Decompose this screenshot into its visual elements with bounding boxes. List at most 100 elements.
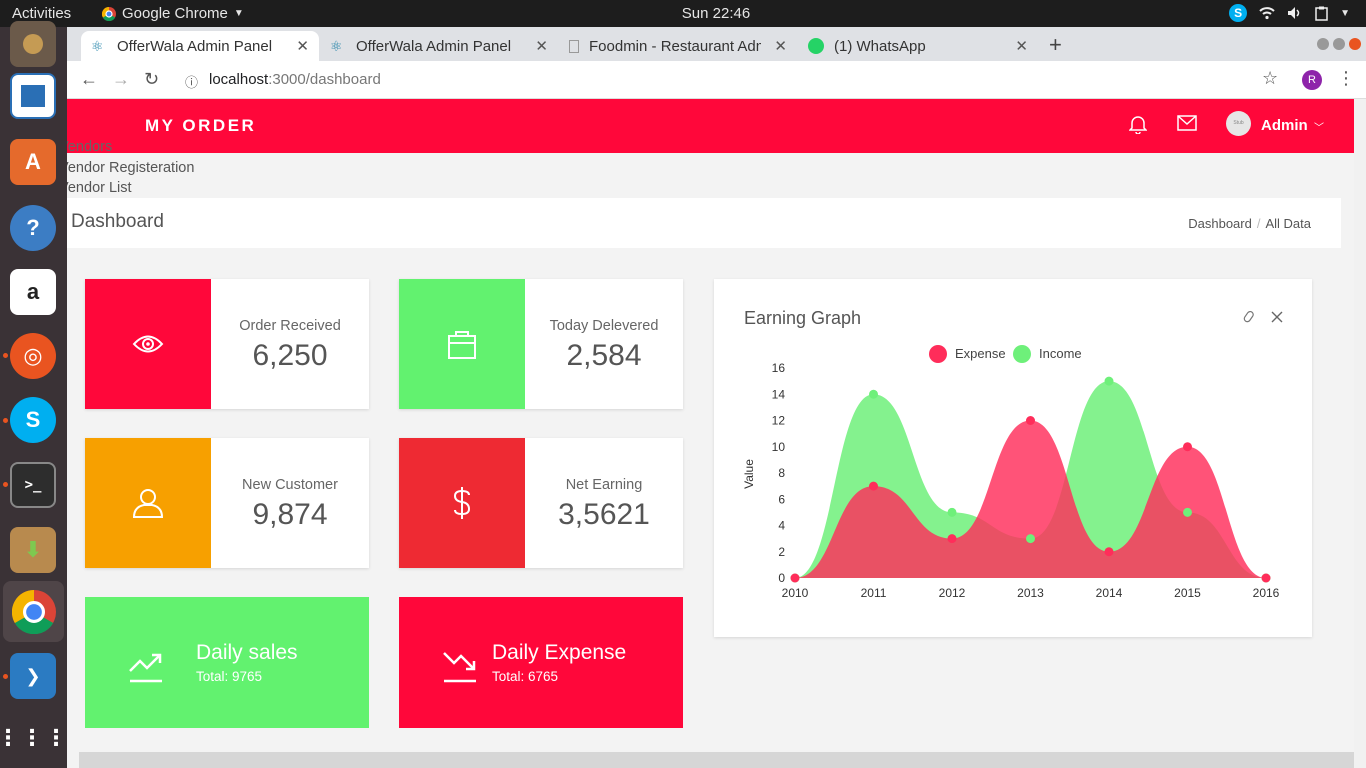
vertical-scrollbar[interactable] xyxy=(1354,99,1366,768)
trending-down-icon xyxy=(443,652,476,683)
clipboard-icon xyxy=(1315,6,1328,21)
tab-foodmin[interactable]: Foodmin - Restaurant Adm ✕ xyxy=(559,31,797,61)
daily-expense-title: Daily Expense xyxy=(492,641,627,664)
clock[interactable]: Sun 22:46 xyxy=(0,5,1366,22)
breadcrumb-dashboard[interactable]: Dashboard xyxy=(1188,216,1252,231)
volume-icon xyxy=(1288,7,1300,19)
income-legend-swatch xyxy=(1013,345,1031,363)
daily-expense-total: Total: 6765 xyxy=(492,669,559,684)
avatar[interactable]: Stub xyxy=(1226,111,1251,136)
address-input[interactable]: localhost:3000/dashboard xyxy=(209,71,381,88)
new-tab-icon[interactable]: + xyxy=(1049,32,1062,58)
daily-sales-title: Daily sales xyxy=(196,641,298,664)
expense-point xyxy=(869,481,878,491)
breadcrumb-all-data: All Data xyxy=(1265,216,1311,231)
menu-kebab-icon[interactable]: ⋮ xyxy=(1337,68,1355,89)
y-tick-label: 6 xyxy=(778,492,785,506)
y-tick-label: 2 xyxy=(778,545,785,559)
speaker-app-icon[interactable] xyxy=(10,21,56,67)
skype-icon[interactable]: S xyxy=(10,397,56,443)
bookmark-star-icon[interactable]: ☆ xyxy=(1262,68,1278,89)
mail-icon[interactable] xyxy=(1177,115,1197,131)
app-header: MY ORDER Stub Admin ﹀ xyxy=(67,99,1354,153)
breadcrumb-separator: / xyxy=(1256,216,1261,231)
react-icon: ⚛ xyxy=(91,38,104,54)
running-indicator xyxy=(3,353,8,358)
tab-whatsapp[interactable]: (1) WhatsApp ✕ xyxy=(798,31,1038,61)
y-axis-label: Value xyxy=(742,459,756,489)
daily-expense-card[interactable]: Daily Expense Total: 6765 xyxy=(399,597,683,728)
wifi-icon xyxy=(1259,7,1275,20)
expense-point xyxy=(1261,573,1271,583)
tab-title: OfferWala Admin Panel xyxy=(356,37,512,55)
x-tick-label: 2014 xyxy=(1096,586,1123,600)
stat-card-order-received[interactable]: Order Received 6,250 xyxy=(85,279,369,409)
brand-title[interactable]: MY ORDER xyxy=(145,116,256,136)
info-icon[interactable]: ⓘ xyxy=(185,72,198,91)
show-apps-icon[interactable]: ⋮⋮⋮ xyxy=(0,714,67,760)
chevron-down-icon[interactable]: ﹀ xyxy=(1314,119,1324,134)
writer-app-icon[interactable] xyxy=(10,73,56,119)
close-window-icon[interactable] xyxy=(1349,38,1361,50)
maximize-icon[interactable] xyxy=(1333,38,1345,50)
minimize-icon[interactable] xyxy=(1317,38,1329,50)
tab-offerwala-1[interactable]: ⚛ OfferWala Admin Panel ✕ xyxy=(81,31,319,61)
skype-tray-icon[interactable]: S xyxy=(1229,4,1248,22)
toolbar: ← → ↻ ⓘ localhost:3000/dashboard ☆ R ⋮ xyxy=(67,61,1366,99)
income-point xyxy=(1104,376,1114,386)
help-icon[interactable]: ? xyxy=(10,205,56,251)
chrome-dock-icon[interactable] xyxy=(3,581,64,642)
y-tick-label: 16 xyxy=(772,361,786,375)
back-icon[interactable]: ← xyxy=(80,69,98,90)
ubuntu-icon[interactable]: ◎ xyxy=(10,333,56,379)
y-tick-label: 0 xyxy=(778,571,785,585)
stat-value: 2,584 xyxy=(566,339,642,372)
close-tab-icon[interactable]: ✕ xyxy=(535,37,548,55)
stat-value: 9,874 xyxy=(252,498,328,531)
terminal-icon[interactable]: >_ xyxy=(10,462,56,508)
tab-strip: ⚛ OfferWala Admin Panel ✕ ⚛ OfferWala Ad… xyxy=(67,27,1366,61)
profile-avatar[interactable]: R xyxy=(1302,70,1322,90)
x-tick-label: 2010 xyxy=(782,586,809,600)
x-tick-label: 2013 xyxy=(1017,586,1044,600)
close-tab-icon[interactable]: ✕ xyxy=(296,37,309,55)
user-menu-label[interactable]: Admin xyxy=(1261,117,1308,134)
stat-card-today-delivered[interactable]: Today Delevered 2,584 xyxy=(399,279,683,409)
tab-title: OfferWala Admin Panel xyxy=(117,37,273,55)
stat-label: Net Earning xyxy=(565,477,643,493)
launcher-dock: A ? a ◎ S >_ ⬇ ❯ ⋮⋮⋮ xyxy=(0,21,67,768)
chrome-window: ⚛ OfferWala Admin Panel ✕ ⚛ OfferWala Ad… xyxy=(67,27,1366,768)
daily-sales-card[interactable]: Daily sales Total: 9765 xyxy=(85,597,369,728)
vscode-icon[interactable]: ❯ xyxy=(10,653,56,699)
expense-legend-label: Expense xyxy=(955,346,1006,361)
expense-point xyxy=(1104,547,1114,557)
system-top-bar: Activities Google Chrome ▼ Sun 22:46 S ▼ xyxy=(0,0,1366,27)
sidebar-item-vendor-list[interactable]: Vendor List xyxy=(67,180,132,196)
bell-icon[interactable] xyxy=(1129,114,1147,134)
y-tick-label: 8 xyxy=(778,466,785,480)
forward-icon[interactable]: → xyxy=(112,69,130,90)
horizontal-scrollbar[interactable] xyxy=(79,752,1354,768)
close-tab-icon[interactable]: ✕ xyxy=(1015,37,1028,55)
y-tick-label: 4 xyxy=(778,519,785,533)
stat-label: Today Delevered xyxy=(549,318,659,334)
dollar-icon xyxy=(453,487,471,519)
reload-icon[interactable]: ↻ xyxy=(144,69,159,90)
y-tick-label: 12 xyxy=(772,414,786,428)
income-point xyxy=(869,389,878,399)
earning-graph-card: Earning Graph 0 2 4 6 8 10 12 14 16 2010 2011 2012 2… xyxy=(714,279,1312,637)
tab-offerwala-2[interactable]: ⚛ OfferWala Admin Panel ✕ xyxy=(320,31,558,61)
archive-manager-icon[interactable]: ⬇ xyxy=(10,527,56,573)
running-indicator xyxy=(3,674,8,679)
income-point xyxy=(947,507,957,517)
stat-card-net-earning[interactable]: Net Earning 3,5621 xyxy=(399,438,683,568)
software-center-icon[interactable]: A xyxy=(10,139,56,185)
sidebar-item-vendor-registration[interactable]: Vendor Registeration xyxy=(67,160,194,176)
amazon-icon[interactable]: a xyxy=(10,269,56,315)
close-tab-icon[interactable]: ✕ xyxy=(774,37,787,55)
sidebar-item-vendors[interactable]: Vendors xyxy=(67,139,112,155)
system-tray[interactable]: S ▼ xyxy=(1229,4,1350,22)
stat-value: 6,250 xyxy=(252,339,328,372)
running-indicator xyxy=(3,482,8,487)
stat-card-new-customer[interactable]: New Customer 9,874 xyxy=(85,438,369,568)
